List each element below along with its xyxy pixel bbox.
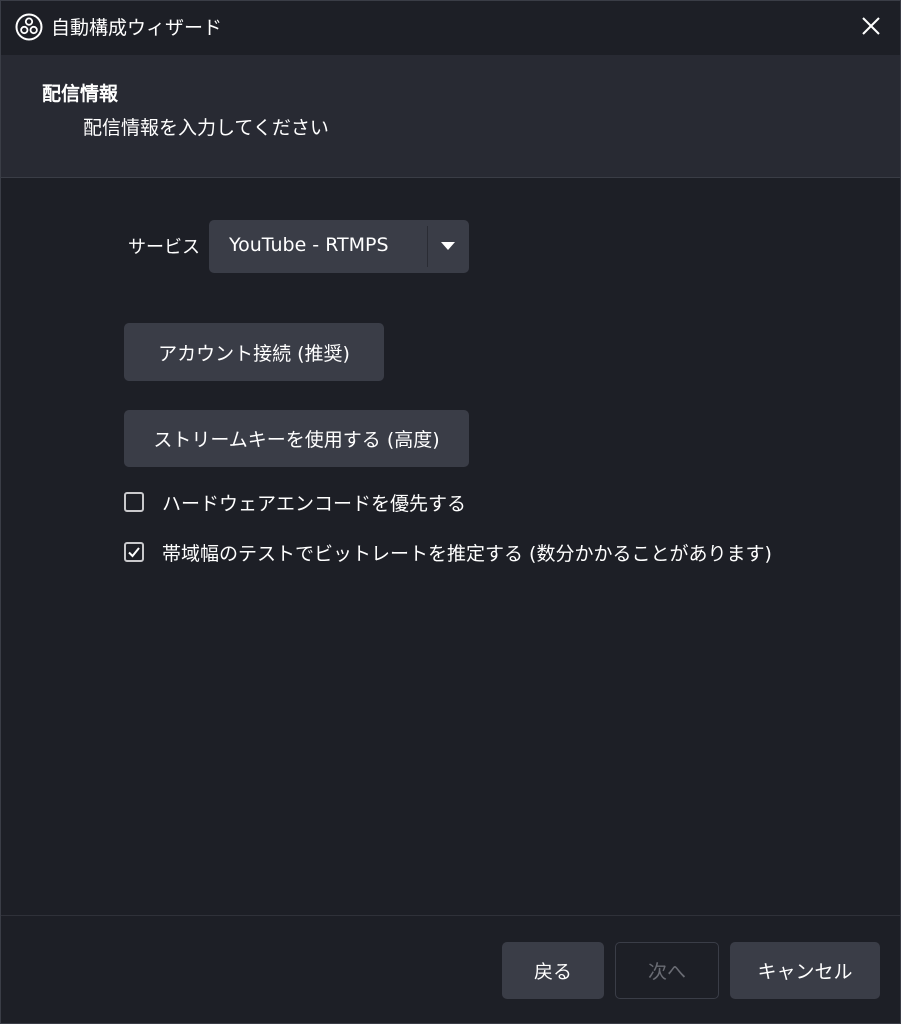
close-icon — [861, 16, 881, 40]
dropdown-divider — [427, 226, 428, 267]
use-stream-key-button[interactable]: ストリームキーを使用する (高度) — [124, 410, 469, 467]
page-title: 配信情報 — [42, 83, 119, 105]
service-label: サービス — [128, 237, 200, 258]
window-title: 自動構成ウィザード — [51, 17, 223, 39]
page-header: 配信情報 配信情報を入力してください — [1, 55, 900, 178]
obs-logo-icon — [15, 13, 43, 41]
next-button[interactable]: 次へ — [615, 942, 719, 999]
prefer-hardware-encoding-option[interactable]: ハードウェアエンコードを優先する — [124, 487, 466, 517]
close-button[interactable] — [842, 1, 900, 55]
bandwidth-test-label: 帯域幅のテストでビットレートを推定する (数分かかることがあります) — [162, 542, 772, 565]
service-selected-value: YouTube - RTMPS — [229, 234, 389, 256]
footer-divider — [1, 915, 900, 916]
bandwidth-test-checkbox[interactable] — [124, 542, 144, 562]
chevron-down-icon[interactable] — [441, 242, 455, 250]
connect-account-button[interactable]: アカウント接続 (推奨) — [124, 323, 384, 381]
back-button[interactable]: 戻る — [502, 942, 604, 999]
checkmark-icon — [128, 547, 140, 558]
service-dropdown[interactable]: YouTube - RTMPS — [209, 220, 469, 273]
prefer-hardware-encoding-label: ハードウェアエンコードを優先する — [162, 492, 467, 515]
cancel-button[interactable]: キャンセル — [730, 942, 880, 999]
page-subtitle: 配信情報を入力してください — [83, 117, 329, 139]
title-bar[interactable]: 自動構成ウィザード — [1, 1, 900, 55]
auto-config-wizard-window: 自動構成ウィザード 配信情報 配信情報を入力してください サービス YouTub… — [0, 0, 901, 1024]
prefer-hardware-encoding-checkbox[interactable] — [124, 492, 144, 512]
bandwidth-test-option[interactable]: 帯域幅のテストでビットレートを推定する (数分かかることがあります) — [124, 537, 772, 567]
